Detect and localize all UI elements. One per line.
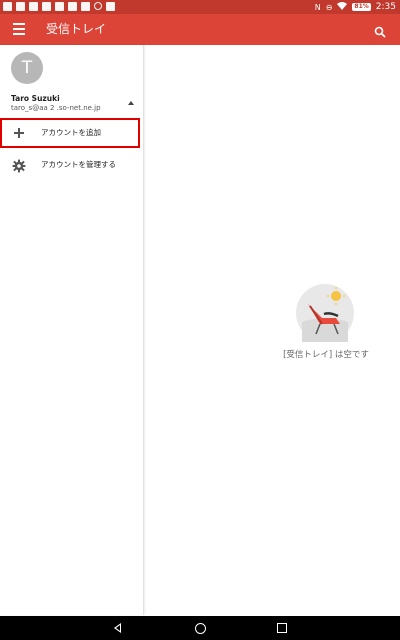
clock-time: 2:35 — [375, 2, 396, 12]
notification-icons — [3, 2, 115, 11]
avatar[interactable]: T — [11, 52, 43, 84]
image-notification-icon — [68, 2, 77, 11]
beach-chair-sun-illustration — [296, 284, 354, 342]
do-not-disturb-icon: ⊖ — [325, 2, 333, 12]
manage-accounts-label: アカウントを管理する — [41, 160, 116, 169]
mail-notification-icon — [42, 2, 51, 11]
account-name: Taro Suzuki — [11, 94, 60, 103]
account-email: taro_s@aa 2 .so-net.ne.jp — [11, 104, 101, 112]
hamburger-menu-icon[interactable] — [13, 23, 25, 35]
manage-accounts-item[interactable]: アカウントを管理する — [0, 150, 143, 180]
empty-inbox-message: [受信トレイ] は空です — [283, 350, 369, 360]
battery-icon: 81% — [352, 3, 371, 11]
navigation-drawer: T Taro Suzuki taro_s@aa 2 .so-net.ne.jp … — [0, 45, 144, 615]
status-bar: N ⊖ 81% 2:35 — [0, 0, 400, 14]
mail-notification-icon — [29, 2, 38, 11]
search-icon[interactable] — [374, 23, 386, 38]
mail-notification-icon — [55, 2, 64, 11]
back-icon — [116, 625, 120, 631]
recents-button[interactable] — [277, 623, 287, 633]
home-button[interactable] — [195, 623, 206, 634]
app-bar: 受信トレイ — [0, 14, 400, 45]
battery-alert-icon — [81, 2, 90, 11]
highlight-box — [0, 118, 140, 148]
nfc-icon: N — [314, 2, 321, 12]
email-notification-icon — [3, 2, 12, 11]
system-nav-bar — [0, 616, 400, 640]
page-title: 受信トレイ — [46, 22, 107, 36]
account-toggle-icon[interactable] — [128, 101, 134, 105]
clock-icon — [94, 2, 102, 10]
image-notification-icon — [16, 2, 25, 11]
wifi-icon — [337, 2, 348, 12]
system-status: N ⊖ 81% 2:35 — [315, 0, 396, 14]
mail-notification-icon — [106, 2, 115, 11]
gear-icon — [12, 158, 26, 173]
